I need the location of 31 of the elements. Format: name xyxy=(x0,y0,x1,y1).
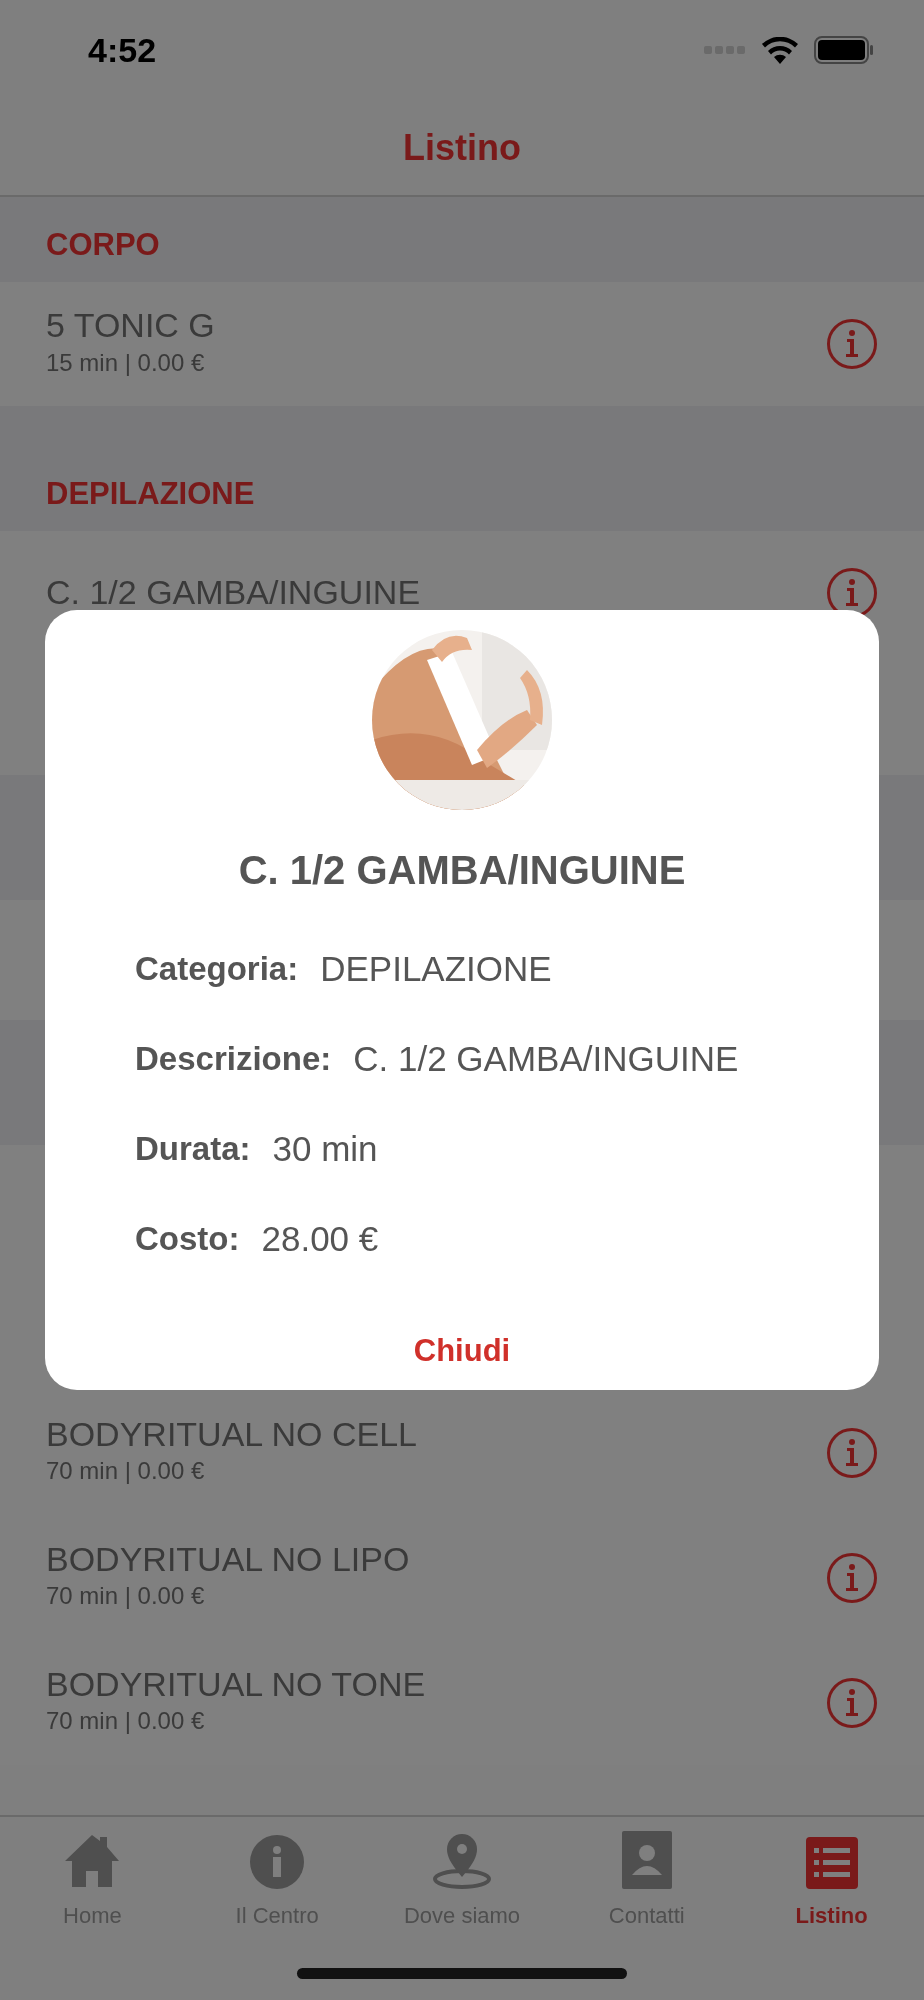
item-name: BODYRITUAL NO CELL xyxy=(46,1415,417,1454)
home-icon xyxy=(63,1833,122,1889)
field-label: Costo: xyxy=(135,1219,240,1260)
section-title: CORPO xyxy=(46,225,160,264)
field-value: C. 1/2 GAMBA/INGUINE xyxy=(353,1037,739,1080)
item-details: 70 min | 0.00 € xyxy=(46,1581,206,1612)
item-details: 70 min | 0.00 € xyxy=(46,1706,206,1737)
wifi-icon xyxy=(762,36,798,64)
list-icon xyxy=(805,1837,858,1889)
item-details: 15 min | 0.00 € xyxy=(46,347,206,378)
item-name: BODYRITUAL NO LIPO xyxy=(46,1540,410,1579)
contact-card-icon xyxy=(621,1831,672,1889)
tab-item[interactable]: Listino xyxy=(739,1817,924,2000)
field-label: Durata: xyxy=(135,1129,251,1170)
field-label: Descrizione: xyxy=(135,1039,332,1080)
item-details: 70 min | 0.00 € xyxy=(46,1456,206,1487)
field-value: 30 min xyxy=(272,1127,378,1170)
location-pin-icon xyxy=(432,1831,492,1889)
item-name: BODYRITUAL NO TONE xyxy=(46,1665,426,1704)
status-time: 4:52 xyxy=(88,29,157,71)
item-name: 5 TONIC G xyxy=(46,307,215,345)
field-value: DEPILAZIONE xyxy=(320,947,552,990)
dialog-title: C. 1/2 GAMBA/INGUINE xyxy=(237,847,687,894)
section-title: DEPILAZIONE xyxy=(46,474,255,513)
close-button[interactable]: Chiudi xyxy=(403,1324,521,1379)
field-label: Categoria: xyxy=(135,949,299,990)
field-value: 28.00 € xyxy=(261,1217,379,1260)
item-name: C. 1/2 GAMBA/INGUINE xyxy=(46,574,421,612)
battery-icon xyxy=(814,36,874,64)
nav-title: Listino xyxy=(403,125,521,170)
info-icon xyxy=(250,1835,305,1889)
